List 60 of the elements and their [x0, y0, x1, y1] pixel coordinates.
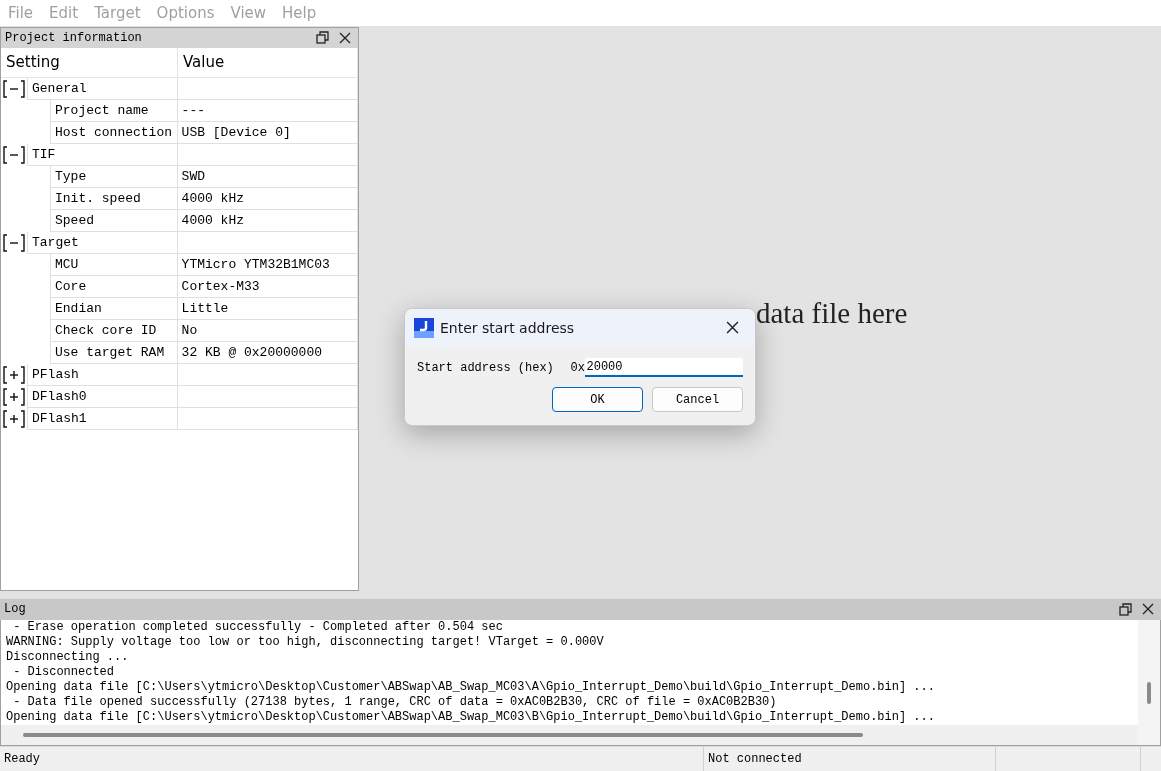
- drop-hint: data file here: [756, 296, 908, 330]
- table-cell: 4000 kHz: [177, 187, 358, 210]
- field-label: Start address (hex): [417, 360, 555, 375]
- close-icon[interactable]: [725, 321, 739, 334]
- group-cell[interactable]: TIF: [27, 143, 178, 166]
- table-cell: Project name: [50, 99, 178, 122]
- ok-button[interactable]: OK: [552, 387, 643, 412]
- field-prefix: 0x: [570, 360, 585, 375]
- table-cell: Little: [177, 297, 358, 320]
- table-cell: Use target RAM: [50, 341, 178, 364]
- table-cell: 32 KB @ 0x20000000: [177, 341, 358, 364]
- log-line: WARNING: Supply voltage too low or too high, disconnecting target! VTarget = 0.000V: [6, 634, 605, 650]
- table-cell: No: [177, 319, 358, 342]
- table-cell: ---: [177, 99, 358, 122]
- table-cell: Host connection: [50, 121, 178, 144]
- log-line: - Erase operation completed successfully - Completed after 0.504 sec: [12, 619, 504, 635]
- close-icon[interactable]: [339, 31, 351, 44]
- collapse-icon[interactable]: [2, 78, 26, 99]
- group-cell[interactable]: Target: [27, 231, 178, 254]
- column-header[interactable]: Setting: [1, 47, 178, 78]
- table-cell: Type: [50, 165, 178, 188]
- group-cell[interactable]: PFlash: [27, 363, 178, 386]
- cancel-button[interactable]: Cancel: [652, 387, 743, 412]
- status-text: Ready: [0, 747, 704, 771]
- expand-icon[interactable]: [2, 364, 26, 385]
- table-cell: Cortex-M33: [177, 275, 358, 298]
- log-line: Opening data file [C:\Users\ytmicro\Desktop\Customer\ABSwap\AB_Swap_MC03\A\Gpio_Interrupt_Demo\build\Gpio_Interrupt_Demo.bin] ...: [6, 679, 936, 695]
- group-cell[interactable]: General: [27, 77, 178, 100]
- table-cell: Speed: [50, 209, 178, 232]
- table-cell: Init. speed: [50, 187, 178, 210]
- restore-icon[interactable]: [1117, 601, 1135, 618]
- table-cell: Endian: [50, 297, 178, 320]
- log-line: - Data file opened successfully (27138 bytes, 1 range, CRC of data = 0xAC0B2B30, CRC of file = 0xAC0B2B30): [12, 694, 778, 710]
- close-icon[interactable]: [1142, 603, 1154, 616]
- app-logo-icon: [414, 317, 434, 338]
- expand-icon[interactable]: [2, 408, 26, 429]
- expand-icon[interactable]: [2, 386, 26, 407]
- table-cell: USB [Device 0]: [177, 121, 358, 144]
- table-cell: Check core ID: [50, 319, 178, 342]
- group-cell[interactable]: DFlash1: [27, 407, 178, 430]
- dialog-title: Enter start address: [440, 319, 576, 336]
- table-cell: MCU: [50, 253, 178, 276]
- status-text: Not connected: [704, 747, 996, 771]
- collapse-icon[interactable]: [2, 144, 26, 165]
- table-cell: YTMicro YTM32B1MC03: [177, 253, 358, 276]
- table-cell: Core: [50, 275, 178, 298]
- table-cell: SWD: [177, 165, 358, 188]
- panel-title: Project information: [5, 30, 143, 45]
- group-cell[interactable]: DFlash0: [27, 385, 178, 408]
- restore-icon[interactable]: [314, 29, 332, 46]
- log-line: Disconnecting ...: [6, 649, 130, 665]
- log-line: - Disconnected: [12, 664, 116, 680]
- panel-title: Log: [4, 602, 27, 617]
- collapse-icon[interactable]: [2, 232, 26, 253]
- scrollbar-thumb[interactable]: [1147, 681, 1151, 704]
- address-field[interactable]: 20000: [584, 358, 743, 377]
- scrollbar-thumb[interactable]: [23, 733, 863, 738]
- column-header[interactable]: Value: [178, 47, 358, 78]
- table-cell: 4000 kHz: [177, 209, 358, 232]
- log-line: Opening data file [C:\Users\ytmicro\Desktop\Customer\ABSwap\AB_Swap_MC03\B\Gpio_Interrupt_Demo\build\Gpio_Interrupt_Demo.bin] ...: [6, 709, 936, 725]
